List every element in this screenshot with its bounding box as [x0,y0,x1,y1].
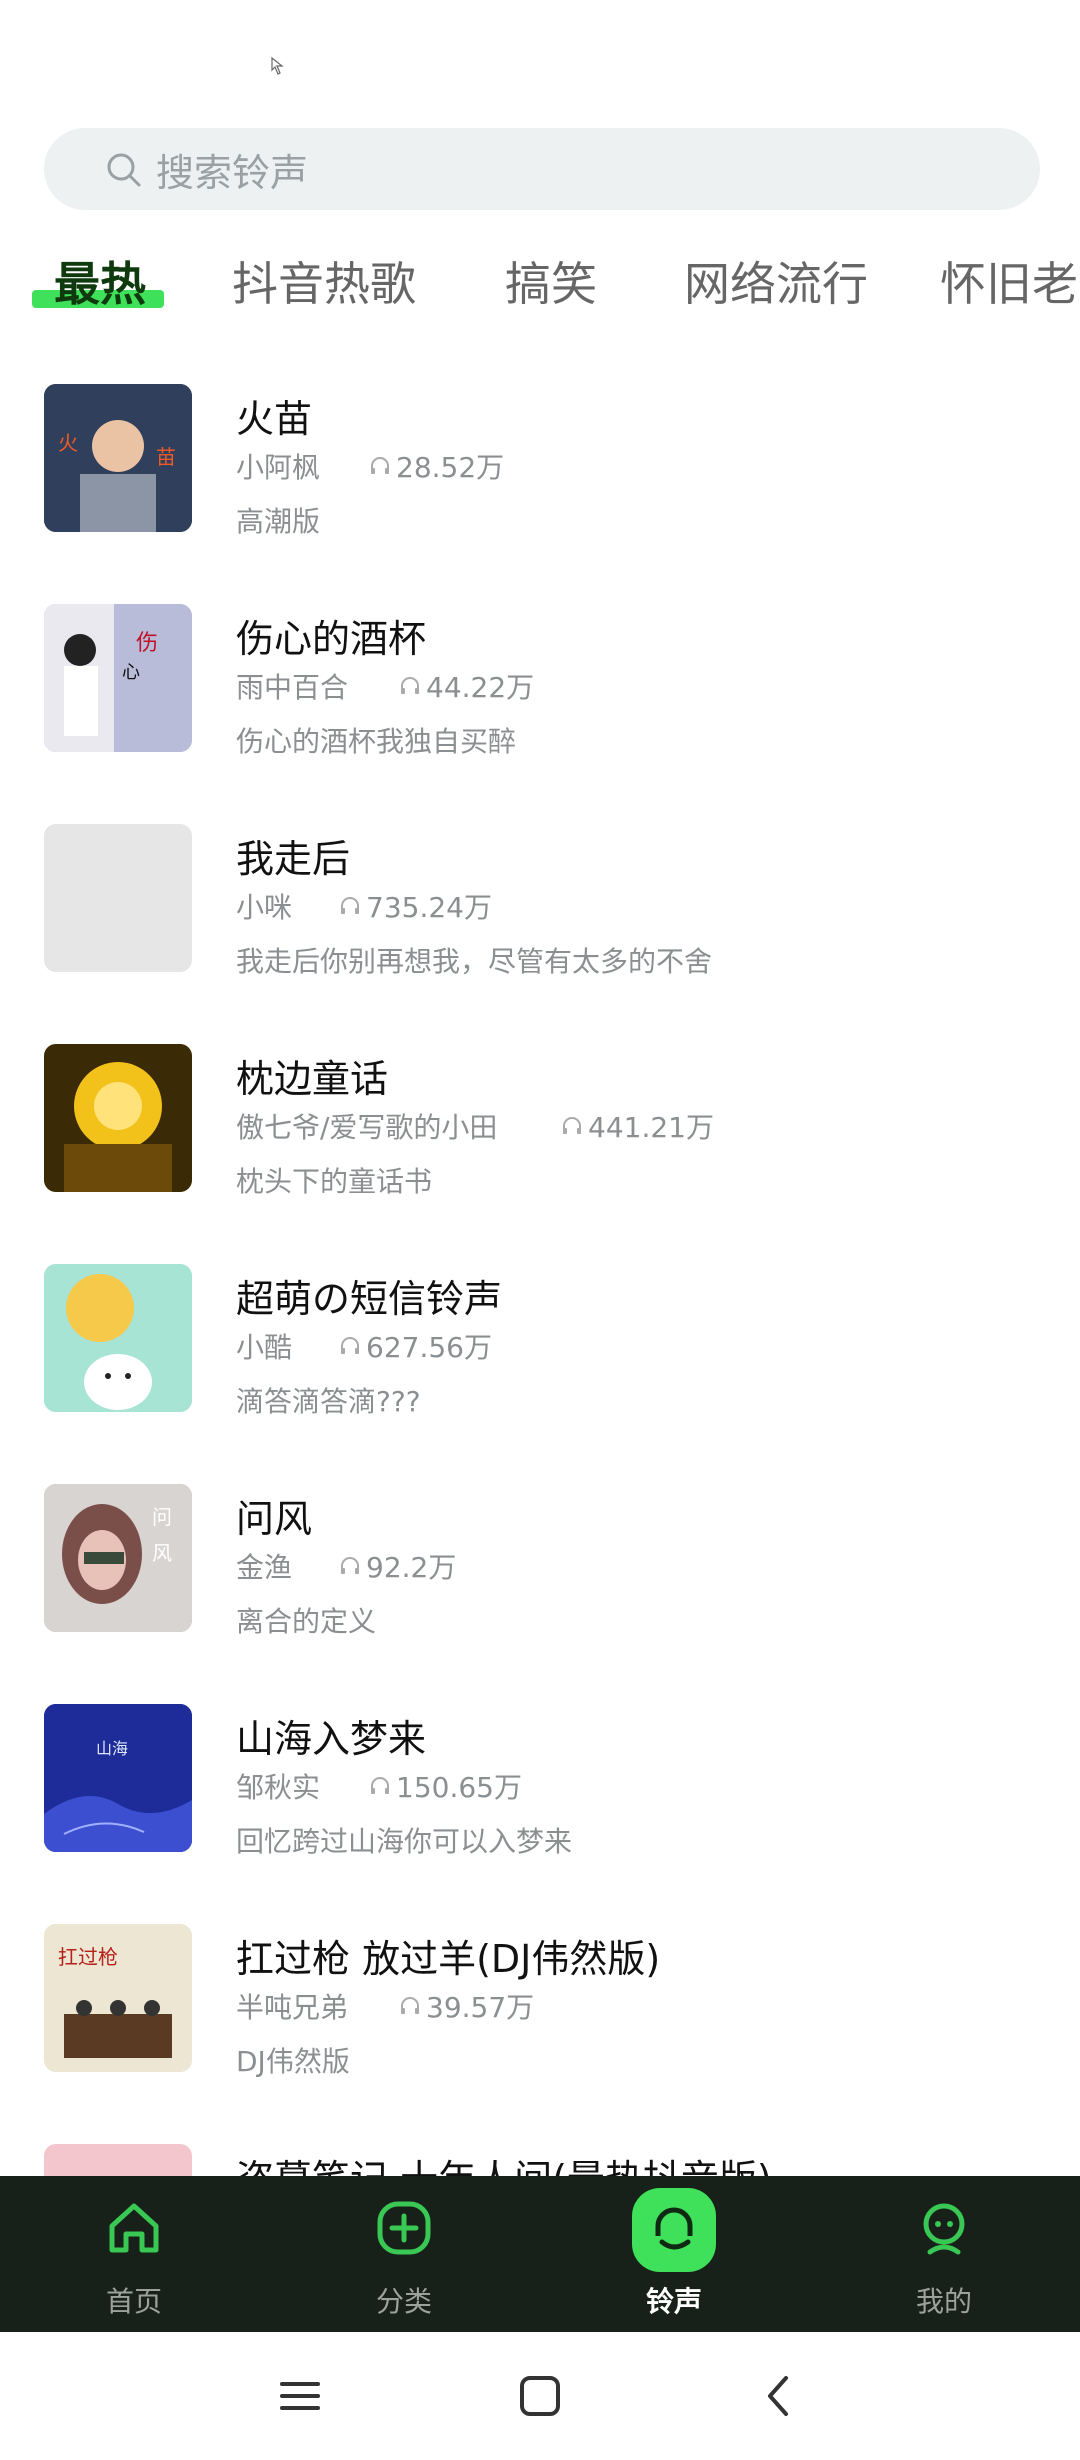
hand-pointer-icon [271,56,284,75]
back-icon[interactable] [752,2368,808,2424]
album-cover [44,1044,192,1192]
list-item[interactable]: 山海 山海入梦来 邹秋实 150.65万 回忆跨过山海你可以入梦来 [0,1686,1080,1906]
song-title: 山海入梦来 [236,1717,427,1761]
album-cover [44,2144,192,2176]
artist-name: 半吨兄弟 [236,1991,349,2024]
list-item[interactable]: 枕边童话 傲七爷/爱写歌的小田 441.21万 枕头下的童话书 [0,1026,1080,1246]
svg-text:伤: 伤 [136,631,158,656]
album-cover: 伤 心 [44,604,192,752]
play-count: 92.2万 [338,1546,456,1586]
headphones-icon [341,1557,359,1574]
ringtone-list: 火 苗 火苗 小阿枫 28.52万 高潮版 伤 心 伤心的酒杯 雨中百合 44.… [0,366,1080,2176]
nav-category[interactable]: 分类 [304,2176,504,2332]
song-title: 问风 [236,1497,313,1541]
headphones-icon [371,1777,389,1794]
tab-douyin-hits[interactable]: 抖音热歌 [232,248,416,314]
song-title: 扛过枪 放过羊(DJ伟然版) [236,1937,661,1981]
home-icon [109,2203,159,2253]
song-description: 离合的定义 [236,1605,377,1638]
song-title: 我走后 [236,837,351,881]
play-count: 441.21万 [560,1106,714,1146]
tab-hot[interactable]: 最热 [54,248,146,314]
category-tabs: 最热 抖音热歌 搞笑 网络流行 怀旧老 [0,238,1080,318]
tab-internet-popular[interactable]: 网络流行 [684,248,868,314]
song-description: 滴答滴答滴??? [236,1385,421,1418]
svg-text:扛过枪: 扛过枪 [58,1945,118,1969]
song-description: 我走后你别再想我，尽管有太多的不舍 [236,945,713,978]
svg-text:山海: 山海 [96,1739,128,1758]
play-count: 627.56万 [338,1326,492,1366]
play-count: 39.57万 [398,1986,534,2026]
album-cover: 山海 [44,1704,192,1852]
song-title: 伤心的酒杯 [236,617,427,661]
headphones-icon [341,897,359,914]
artist-name: 小阿枫 [236,451,321,484]
tab-funny[interactable]: 搞笑 [505,248,597,314]
tab-nostalgic[interactable]: 怀旧老 [940,248,1078,314]
home-square-icon[interactable] [512,2368,568,2424]
add-square-icon [377,2201,431,2255]
song-description: 高潮版 [236,505,321,538]
list-item[interactable]: 扛过枪 扛过枪 放过羊(DJ伟然版) 半吨兄弟 39.57万 DJ伟然版 [0,1906,1080,2126]
nav-mine[interactable]: 我的 [844,2176,1044,2332]
song-title: 超萌の短信铃声 [236,1277,503,1321]
artist-name: 邹秋实 [236,1771,321,1804]
album-cover: 火 苗 [44,384,192,532]
play-count: 28.52万 [368,446,504,486]
svg-text:火: 火 [58,431,78,455]
song-title: 枕边童话 [236,1057,389,1101]
headphones-icon [401,1997,419,2014]
artist-name: 小咪 [236,891,293,924]
song-description: 伤心的酒杯我独自买醉 [236,725,517,758]
play-count: 150.65万 [368,1766,522,1806]
svg-text:问: 问 [152,1505,172,1529]
album-cover-placeholder [44,824,192,972]
headphones-icon [341,1337,359,1354]
search-icon [107,153,141,187]
artist-name: 雨中百合 [236,671,349,704]
song-title: 火苗 [236,397,313,441]
list-item[interactable]: 超萌の短信铃声 小酷 627.56万 滴答滴答滴??? [0,1246,1080,1466]
search-input[interactable]: 搜索铃声 [44,128,1040,210]
song-description: 回忆跨过山海你可以入梦来 [236,1825,573,1858]
song-description: DJ伟然版 [236,2045,350,2078]
play-count: 44.22万 [398,666,534,706]
list-item[interactable]: 盗墓笔记·十年人间(最热抖音版) [0,2126,1080,2176]
artist-name: 傲七爷/爱写歌的小田 [236,1111,498,1144]
song-title: 盗墓笔记·十年人间(最热抖音版) [236,2148,772,2176]
status-area [0,0,1080,120]
album-cover [44,1264,192,1412]
headphones-icon [371,457,389,474]
svg-text:心: 心 [122,662,140,683]
artist-name: 金渔 [236,1551,293,1584]
bottom-navigation: 首页 分类 铃声 我的 [0,2176,1080,2332]
artist-name: 小酷 [236,1331,293,1364]
list-item[interactable]: 伤 心 伤心的酒杯 雨中百合 44.22万 伤心的酒杯我独自买醉 [0,586,1080,806]
album-cover: 问 风 [44,1484,192,1632]
search-placeholder: 搜索铃声 [156,150,309,195]
list-item[interactable]: 问 风 问风 金渔 92.2万 离合的定义 [0,1466,1080,1686]
profile-icon [923,2203,965,2255]
headphones-icon [401,677,419,694]
svg-text:苗: 苗 [156,445,176,469]
list-item[interactable]: 我走后 小咪 735.24万 我走后你别再想我，尽管有太多的不舍 [0,806,1080,1026]
nav-ringtone[interactable]: 铃声 [574,2176,774,2332]
play-count: 735.24万 [338,886,492,926]
svg-text:风: 风 [152,1541,172,1565]
list-item[interactable]: 火 苗 火苗 小阿枫 28.52万 高潮版 [0,366,1080,586]
menu-icon[interactable] [272,2368,328,2424]
album-cover: 扛过枪 [44,1924,192,2072]
song-description: 枕头下的童话书 [236,1165,433,1198]
nav-home[interactable]: 首页 [34,2176,234,2332]
ringtone-bubble-icon [655,2207,693,2250]
system-navigation-bar [0,2332,1080,2460]
headphones-icon [563,1117,581,1134]
